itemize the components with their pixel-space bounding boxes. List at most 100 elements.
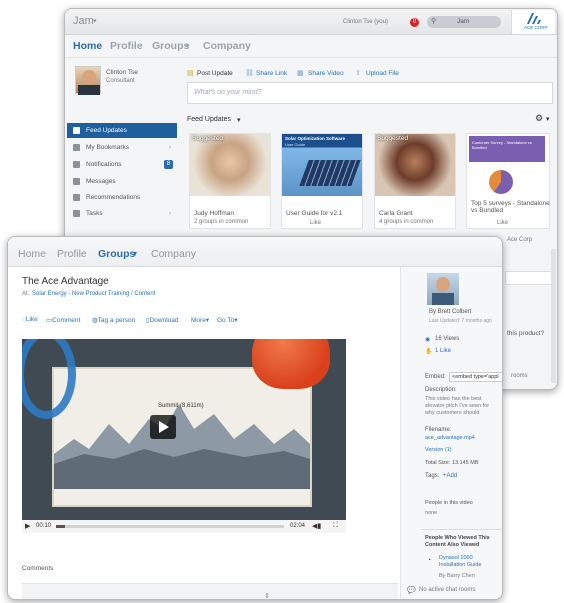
thumbs-up-icon: ✋: [425, 349, 433, 355]
feed-card-surveys[interactable]: Customer Survey - Standalone vs Bundled …: [466, 133, 550, 229]
nav-home[interactable]: Home: [18, 248, 46, 260]
sidebar-item-notifications[interactable]: Notifications 8: [67, 157, 177, 172]
chat-status[interactable]: No active chat rooms: [419, 587, 475, 593]
add-tag-link[interactable]: +Add: [443, 473, 457, 479]
nav-company[interactable]: Company: [151, 248, 196, 260]
nav-company[interactable]: Company: [203, 40, 251, 52]
avatar[interactable]: [75, 66, 101, 95]
filename-label: Filename:: [425, 427, 452, 433]
likes-count[interactable]: 1 Like: [435, 348, 451, 354]
people-label: People in this video: [425, 500, 473, 506]
volume-icon[interactable]: ◀▮: [312, 522, 321, 530]
card-title[interactable]: User Guide for v2.1: [286, 210, 342, 217]
resize-handle[interactable]: ⇕: [264, 592, 270, 599]
logo-icon: [527, 13, 541, 24]
card-tag: Suggested: [192, 135, 224, 142]
feed-filter[interactable]: Feed Updates: [187, 116, 231, 123]
comment-box[interactable]: [22, 583, 398, 599]
pdf-icon: ◔: [427, 557, 432, 564]
play-icon[interactable]: ▶: [25, 522, 30, 530]
go-to-button[interactable]: Go To▾: [217, 316, 238, 324]
share-link-button[interactable]: Share Link: [256, 70, 287, 77]
nav-profile[interactable]: Profile: [110, 40, 143, 52]
notification-badge[interactable]: 0: [410, 18, 419, 27]
download-button[interactable]: ▯Download: [146, 316, 179, 324]
author-avatar[interactable]: [427, 273, 459, 305]
card-title[interactable]: Top 5 surveys - Standalone vs Bundled: [471, 200, 551, 214]
notifications-count: 8: [164, 160, 173, 169]
sidebar-item-bookmarks[interactable]: My Bookmarks ›: [67, 140, 177, 155]
feed-card-carla[interactable]: Suggested Carla Grant 4 groups in common: [374, 133, 456, 229]
chevron-right-icon: ›: [168, 144, 171, 151]
sidebar-item-recommendations[interactable]: Recommendations: [67, 190, 177, 205]
search-input[interactable]: ⚲ Jam: [427, 16, 501, 28]
comment-button[interactable]: ▭Comment: [46, 316, 80, 324]
chevron-down-icon[interactable]: ▾: [186, 42, 190, 50]
profile-name[interactable]: Clinton Tse: [106, 69, 138, 76]
chevron-down-icon[interactable]: ▾: [133, 249, 137, 258]
chevron-down-icon[interactable]: ▾: [93, 17, 97, 25]
chat-icon[interactable]: 💬: [407, 586, 416, 594]
user-menu[interactable]: Clinton Tse (you): [343, 19, 388, 25]
more-button[interactable]: More▾: [191, 316, 209, 324]
nav-home[interactable]: Home: [73, 40, 102, 52]
nav-groups[interactable]: Groups: [98, 248, 135, 260]
scrollbar[interactable]: [551, 249, 556, 383]
sidebar-item-messages[interactable]: Messages: [67, 174, 177, 189]
sidebar-item-tasks[interactable]: Tasks ›: [67, 206, 177, 221]
filename-link[interactable]: ace_advantage.mp4: [425, 435, 475, 441]
video-controls: ▶ 00:10 02:04 ◀▮ ⛶: [22, 520, 346, 533]
also-viewed-by: By Barry Chen: [439, 573, 475, 579]
embed-field[interactable]: <embed type='appl: [449, 372, 502, 382]
fullscreen-icon[interactable]: ⛶: [333, 522, 338, 530]
share-video-button[interactable]: Share Video: [308, 70, 344, 77]
post-input[interactable]: What's on your mind?: [187, 82, 553, 104]
feed-card-judy[interactable]: Suggested Judy Hoffman 2 groups in commo…: [189, 133, 271, 229]
tag-person-button[interactable]: ◍Tag a person: [92, 316, 135, 324]
search-icon: ⚲: [431, 18, 437, 25]
back-nav: Home Profile Groups ▾ Company: [65, 36, 557, 58]
card-title[interactable]: Carla Grant: [379, 210, 413, 217]
also-viewed-title: People Who Viewed This Content Also View…: [425, 535, 490, 548]
like-link[interactable]: Like: [497, 220, 508, 226]
upload-file-button[interactable]: Upload File: [366, 70, 399, 77]
solar-panel: [299, 160, 361, 186]
video-icon: ▦: [297, 70, 304, 77]
tags-label: Tags:: [425, 473, 440, 479]
post-actions: ▤ Post Update ⛓ Share Link ▦ Share Video…: [187, 69, 517, 81]
play-button[interactable]: [150, 415, 176, 439]
partial-question: this product?: [507, 330, 545, 337]
version-link[interactable]: Version (1): [425, 447, 452, 453]
chevron-right-icon: ›: [168, 210, 171, 217]
seek-bar[interactable]: [56, 525, 284, 528]
details-panel: By Brett Colbert Last Updated: 7 months …: [400, 267, 502, 599]
content-actions: ◌Like ▭Comment ◍Tag a person ▯Download M…: [22, 316, 262, 326]
sidebar-item-feed-updates[interactable]: Feed Updates: [67, 123, 177, 138]
post-update-button[interactable]: Post Update: [197, 70, 233, 77]
gear-icon[interactable]: ⚙: [535, 113, 543, 124]
chevron-down-icon[interactable]: ▾: [237, 116, 241, 124]
mail-icon: [73, 178, 80, 185]
card-title[interactable]: Judy Hoffman: [194, 210, 234, 217]
search-placeholder: Jam: [457, 18, 470, 25]
card-banner: Solar Optimization Software: [285, 136, 346, 141]
like-link[interactable]: Like: [310, 220, 321, 226]
last-updated: Last Updated: 7 months ago: [429, 318, 492, 324]
author-name[interactable]: By Brett Colbert: [429, 309, 471, 315]
video-player[interactable]: Summit (8,611m) ▶ 00:10 02:04 ◀▮ ⛶: [22, 339, 346, 533]
post-update-icon: ▤: [187, 70, 194, 77]
check-icon: [73, 210, 80, 217]
nav-profile[interactable]: Profile: [57, 248, 87, 260]
like-button[interactable]: ◌Like: [22, 316, 38, 323]
pie-chart-icon: [489, 170, 513, 194]
helmet-image: [252, 339, 330, 389]
also-viewed-item[interactable]: Dynasol 1000 Installation Guide: [439, 555, 495, 568]
feed-card-user-guide[interactable]: Solar Optimization Software User Guide U…: [281, 133, 363, 229]
chevron-down-icon[interactable]: ▾: [546, 115, 550, 123]
time-current: 00:10: [36, 523, 52, 529]
breadcrumb[interactable]: Solar Energy - New Product Training / Co…: [32, 291, 155, 297]
breadcrumb-prefix: At:: [22, 291, 30, 297]
nav-groups[interactable]: Groups: [152, 40, 189, 52]
mountain-map: [54, 404, 310, 489]
card-sub: 4 groups in common: [379, 219, 434, 225]
